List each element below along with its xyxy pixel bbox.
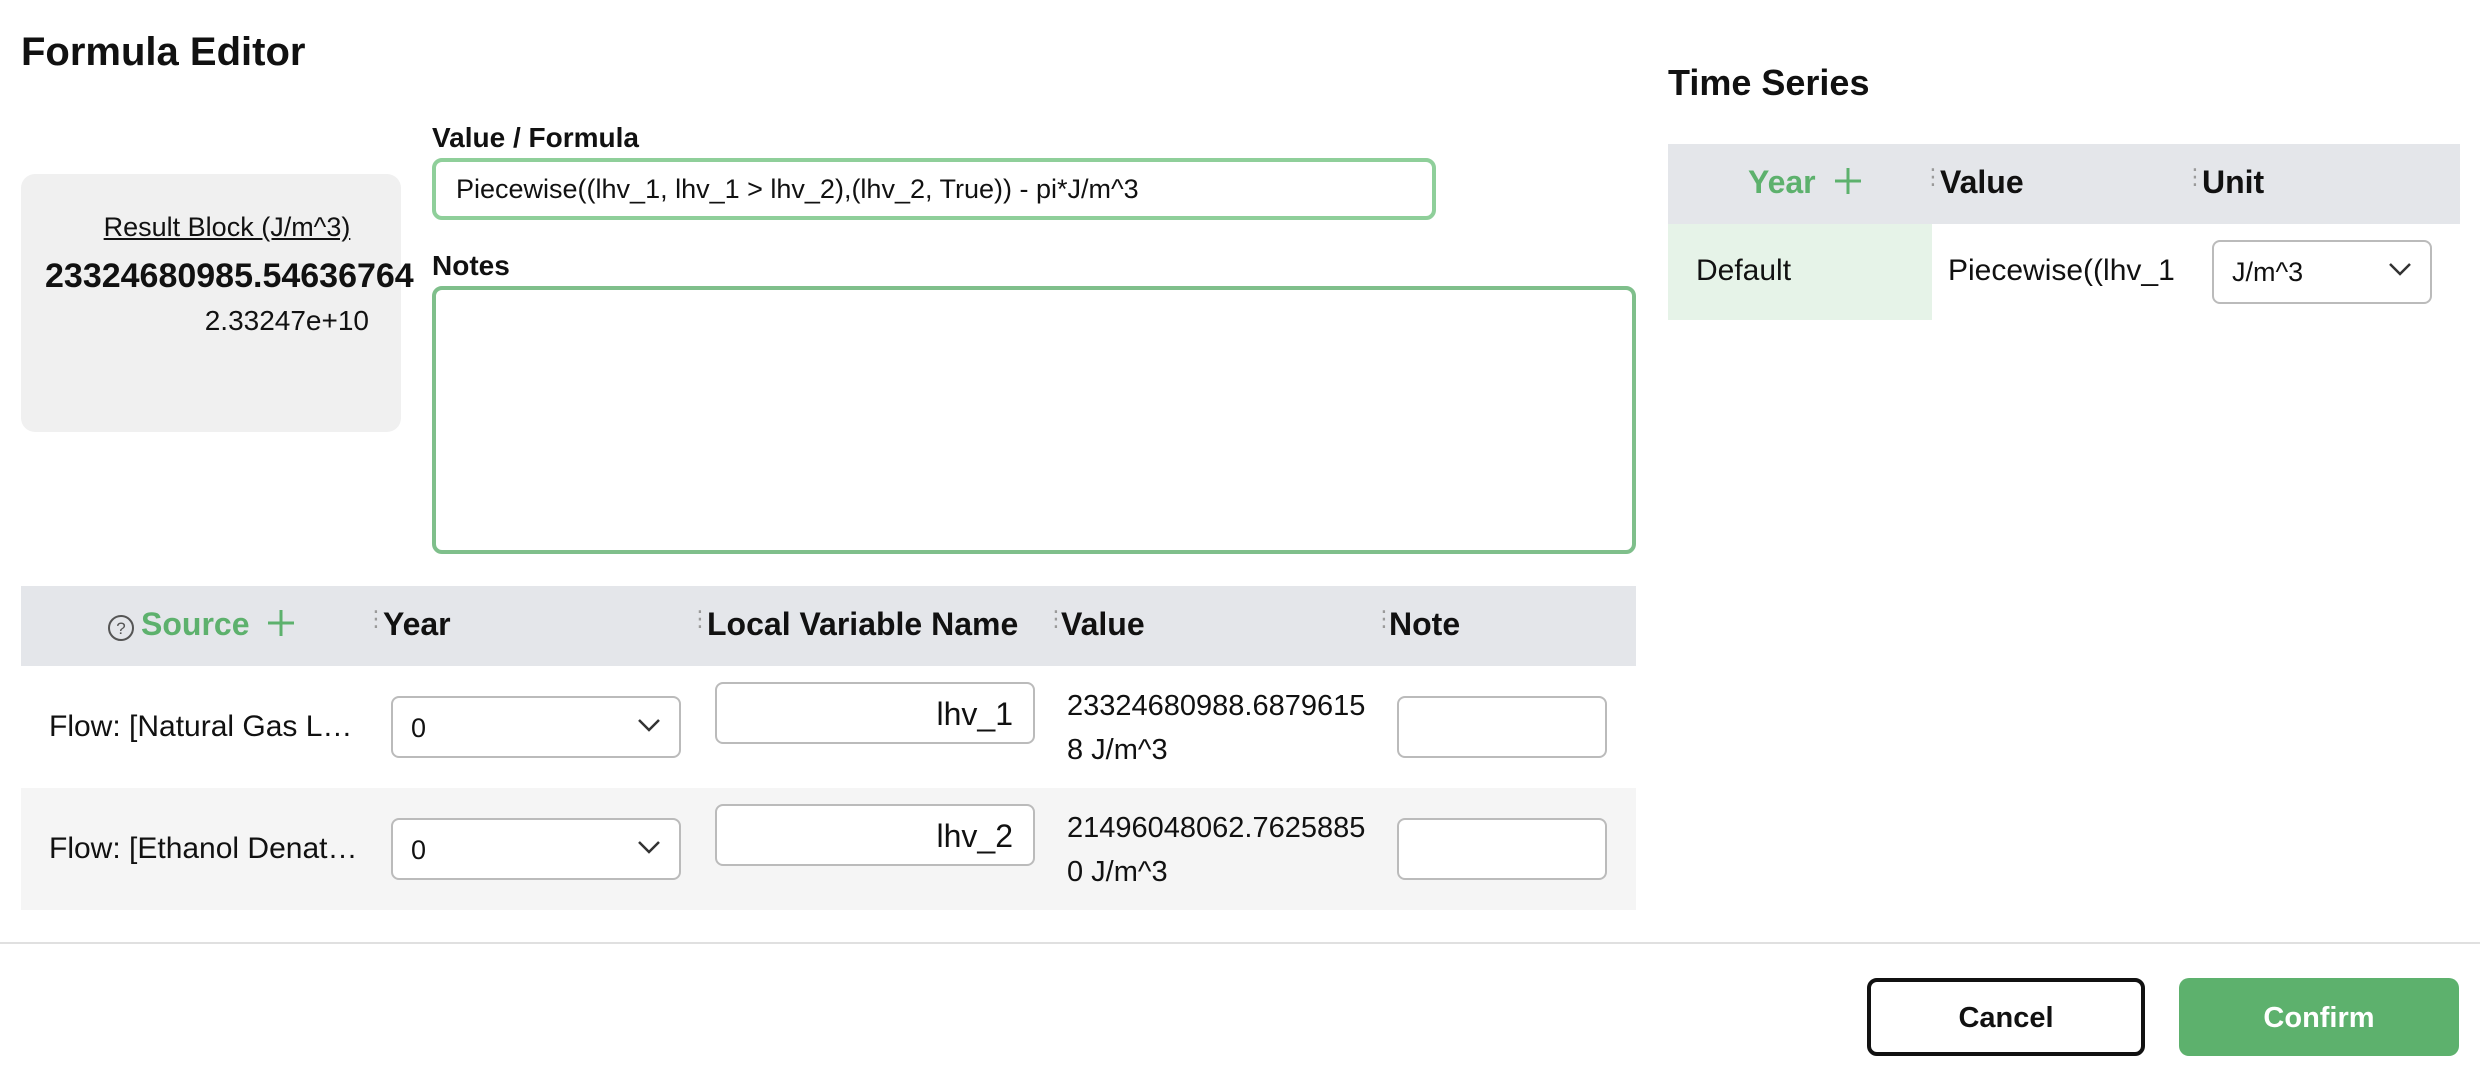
add-source-icon[interactable] xyxy=(266,608,296,646)
result-block: Result Block (J/m^3) 23324680985.5463676… xyxy=(21,174,414,432)
column-resize-handle[interactable] xyxy=(689,616,693,636)
source-cell[interactable]: Flow: [Ethanol Denat… xyxy=(49,832,357,866)
table-row: Default Piecewise((lhv_1, l J/m^3 xyxy=(1668,224,2460,320)
result-label[interactable]: Result Block (J/m^3) xyxy=(85,212,369,243)
year-column-header[interactable]: Year xyxy=(383,606,451,643)
table-row: Flow: [Ethanol Denat… 0 lhv_2 2149604806… xyxy=(21,788,1636,910)
ts-value-column-header[interactable]: Value xyxy=(1940,164,2024,201)
sources-table-header: ? Source Year Local Variable Name Value … xyxy=(21,586,1636,666)
time-series-title: Time Series xyxy=(1668,62,1870,103)
value-cell: 21496048062.76258850 J/m^3 xyxy=(1067,812,1366,888)
ts-unit-column-header[interactable]: Unit xyxy=(2202,164,2264,201)
year-select[interactable]: 0 xyxy=(391,696,681,758)
notes-textarea[interactable] xyxy=(432,286,1636,554)
chevron-down-icon xyxy=(638,719,660,732)
note-column-header[interactable]: Note xyxy=(1389,606,1460,643)
ts-year-value: Default xyxy=(1696,254,1792,287)
ts-year-header-label: Year xyxy=(1748,164,1816,200)
help-icon[interactable]: ? xyxy=(107,614,135,647)
year-select-value: 0 xyxy=(411,835,427,865)
ts-year-column-header[interactable]: Year xyxy=(1748,164,1863,204)
note-input[interactable] xyxy=(1397,696,1607,758)
unit-select[interactable]: J/m^3 xyxy=(2212,240,2432,304)
chevron-down-icon xyxy=(2389,263,2411,276)
table-row: Flow: [Natural Gas L… 0 lhv_1 2332468098… xyxy=(21,666,1636,788)
column-resize-handle[interactable] xyxy=(1373,616,1377,636)
page-title: Formula Editor xyxy=(21,30,306,74)
year-select-value: 0 xyxy=(411,713,427,743)
cancel-button[interactable]: Cancel xyxy=(1867,978,2145,1056)
year-select[interactable]: 0 xyxy=(391,818,681,880)
local-variable-input[interactable]: lhv_1 xyxy=(715,682,1035,744)
local-variable-column-header[interactable]: Local Variable Name xyxy=(707,606,1018,643)
column-resize-handle[interactable] xyxy=(1045,616,1049,636)
source-header-label: Source xyxy=(141,606,250,642)
chevron-down-icon xyxy=(638,841,660,854)
ts-value-cell[interactable]: Piecewise((lhv_1, l xyxy=(1948,254,2174,288)
note-input[interactable] xyxy=(1397,818,1607,880)
source-column-header[interactable]: Source xyxy=(141,606,296,646)
notes-label: Notes xyxy=(432,250,510,281)
ts-year-cell[interactable]: Default xyxy=(1668,224,1932,320)
column-resize-handle[interactable] xyxy=(2184,174,2188,194)
time-series-header: Year Value Unit xyxy=(1668,144,2460,224)
formula-input[interactable] xyxy=(432,158,1436,220)
local-variable-input[interactable]: lhv_2 xyxy=(715,804,1035,866)
footer-divider xyxy=(0,942,2480,944)
column-resize-handle[interactable] xyxy=(365,616,369,636)
unit-select-value: J/m^3 xyxy=(2232,257,2304,287)
source-cell[interactable]: Flow: [Natural Gas L… xyxy=(49,710,352,744)
result-scientific: 2.33247e+10 xyxy=(204,305,369,336)
value-cell: 23324680988.68796158 J/m^3 xyxy=(1067,690,1366,766)
value-column-header[interactable]: Value xyxy=(1061,606,1145,643)
column-resize-handle[interactable] xyxy=(1922,174,1926,194)
svg-text:?: ? xyxy=(116,619,125,638)
result-value: 23324680985.54636764 xyxy=(45,257,414,295)
formula-label: Value / Formula xyxy=(432,122,639,153)
add-year-icon[interactable] xyxy=(1833,166,1863,204)
confirm-button[interactable]: Confirm xyxy=(2179,978,2459,1056)
